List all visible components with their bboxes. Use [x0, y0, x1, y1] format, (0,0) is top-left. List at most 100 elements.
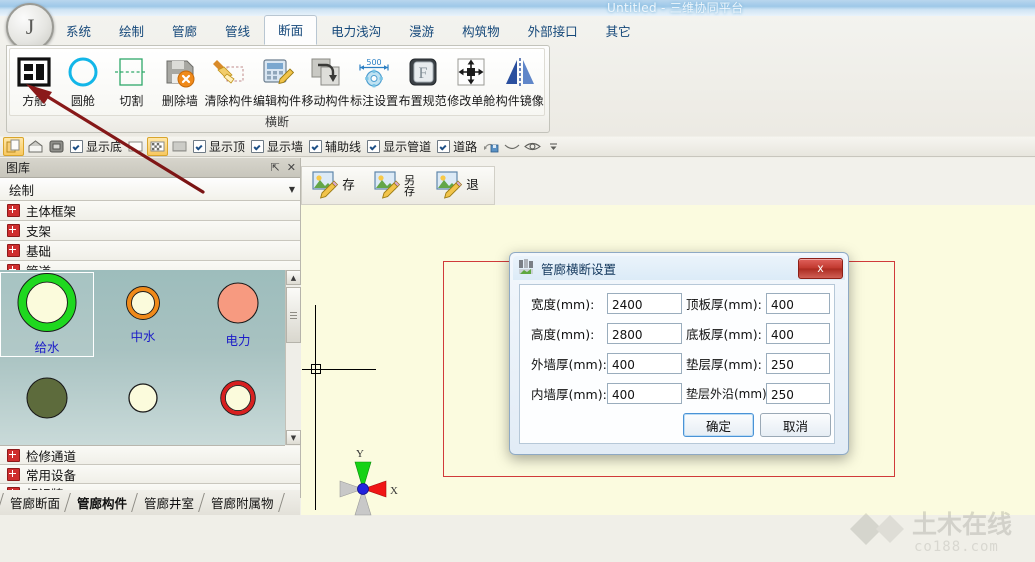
- field-label: 宽度(mm):: [531, 297, 595, 312]
- inner-wall-thickness-field[interactable]: [607, 383, 682, 404]
- svg-text:500: 500: [366, 58, 381, 67]
- pin-icon[interactable]: ⇱: [271, 161, 280, 174]
- library-item-inspection-channel[interactable]: 检修通道: [0, 446, 300, 465]
- thumbnail-item-6[interactable]: [191, 358, 285, 443]
- thumbnail-electric[interactable]: 电力: [191, 272, 285, 357]
- ribbon-button-move-component[interactable]: 移动构件: [301, 52, 350, 109]
- move-component-icon: [309, 54, 343, 90]
- cancel-button[interactable]: 取消: [760, 413, 831, 437]
- checkbox-box: [251, 140, 265, 153]
- ribbon-button-clear-component[interactable]: 清除构件: [204, 52, 253, 109]
- checkbox-label: 道路: [453, 140, 478, 154]
- ribbon-tab-3[interactable]: 管线: [211, 16, 264, 45]
- expand-plus-icon[interactable]: [7, 204, 20, 217]
- ribbon-tab-2[interactable]: 管廊: [158, 16, 211, 45]
- box-cabin-icon: [17, 54, 51, 90]
- thumbnail-water-supply[interactable]: 给水: [0, 272, 94, 357]
- bottom-tab-section[interactable]: 管廊断面: [1, 490, 67, 515]
- ribbon-tab-7[interactable]: 构筑物: [448, 16, 514, 45]
- ribbon-button-box-cabin[interactable]: 方舱: [10, 52, 59, 109]
- height-field[interactable]: [607, 323, 682, 344]
- pipe-ring-icon: [128, 383, 158, 413]
- cushion-thickness-field[interactable]: [766, 353, 830, 374]
- bottom-slab-thickness-field[interactable]: [766, 323, 830, 344]
- checkbox-label: 辅助线: [325, 140, 362, 154]
- exit-button[interactable]: 退: [426, 168, 488, 203]
- dialog-title-bar[interactable]: 管廊横断设置 x: [513, 256, 845, 280]
- house-icon[interactable]: [26, 138, 45, 155]
- ribbon-tab-4[interactable]: 断面: [264, 15, 318, 45]
- library-item-label: 基础: [26, 244, 52, 259]
- eye-icon[interactable]: [523, 138, 542, 155]
- ribbon-tab-1[interactable]: 绘制: [105, 16, 158, 45]
- library-item-common-equipment[interactable]: 常用设备: [0, 465, 300, 484]
- checkbox-show-wall[interactable]: 显示墙: [251, 138, 303, 155]
- scroll-up-button[interactable]: ▲: [286, 270, 301, 285]
- hatch-fill-icon[interactable]: [170, 138, 189, 155]
- ribbon-tab-8[interactable]: 外部接口: [514, 16, 592, 45]
- pipe-solid-icon: [217, 281, 259, 324]
- thumbnail-reclaimed-water[interactable]: 中水: [96, 272, 190, 357]
- bottom-tab-well-room[interactable]: 管廊井室: [135, 490, 201, 515]
- ok-button[interactable]: 确定: [683, 413, 754, 437]
- checkbox-road[interactable]: 道路: [437, 138, 477, 155]
- expand-plus-icon[interactable]: [7, 244, 20, 257]
- library-item-main-frame[interactable]: 主体框架: [0, 201, 300, 221]
- expand-plus-icon[interactable]: [7, 467, 20, 481]
- pipe-solid-icon: [26, 377, 68, 419]
- blank-fill-icon[interactable]: [126, 138, 145, 155]
- ribbon-button-delete-wall[interactable]: 删除墙: [156, 52, 205, 109]
- ribbon-button-edit-component[interactable]: 编辑构件: [253, 52, 302, 109]
- ribbon-tab-6[interactable]: 漫游: [395, 16, 448, 45]
- ribbon-button-modify-cabin[interactable]: 修改单舱: [447, 52, 496, 109]
- crosshair-vertical: [315, 305, 316, 510]
- library-item-support[interactable]: 支架: [0, 221, 300, 241]
- ribbon-tab-9[interactable]: 其它: [592, 16, 645, 45]
- library-item-foundation[interactable]: 基础: [0, 241, 300, 261]
- ribbon: J 系统 绘制 管廊 管线 断面 电力浅沟 漫游 构筑物 外部接口 其它 方舱 …: [0, 3, 1035, 136]
- save-as-button[interactable]: 另存: [364, 168, 426, 203]
- more-icon[interactable]: [544, 138, 563, 155]
- checkbox-show-bottom[interactable]: 显示底: [70, 138, 122, 155]
- thumbnail-item-4[interactable]: [0, 358, 94, 443]
- ribbon-button-dimension-settings[interactable]: 500 标注设置: [350, 52, 399, 109]
- width-field[interactable]: [607, 293, 682, 314]
- ribbon-button-mirror-component[interactable]: 构件镜像: [495, 52, 544, 109]
- axis-gizmo: Y X: [323, 445, 403, 521]
- save-view-icon[interactable]: [481, 138, 500, 155]
- solid-view-icon[interactable]: [47, 138, 66, 155]
- thumbnail-item-5[interactable]: [96, 358, 190, 443]
- copy-layer-icon[interactable]: [3, 137, 24, 156]
- field-row-cushion: 垫层厚(mm):: [686, 353, 830, 374]
- ribbon-tab-0[interactable]: 系统: [52, 16, 105, 45]
- checkbox-box: [367, 140, 381, 153]
- mirror-component-icon: [503, 54, 537, 90]
- cushion-edge-field[interactable]: [766, 383, 830, 404]
- bottom-tab-accessory[interactable]: 管廊附属物: [202, 490, 281, 515]
- close-icon[interactable]: ✕: [287, 161, 296, 174]
- ribbon-button-cut[interactable]: 切割: [107, 52, 156, 109]
- ribbon-button-layout-spec[interactable]: F 布置规范: [398, 52, 447, 109]
- outer-wall-thickness-field[interactable]: [607, 353, 682, 374]
- save-button[interactable]: 存: [302, 168, 364, 203]
- checkbox-show-top[interactable]: 显示顶: [193, 138, 245, 155]
- field-label: 底板厚(mm):: [686, 327, 762, 342]
- dialog-close-button[interactable]: x: [798, 257, 843, 279]
- application-button[interactable]: J: [6, 3, 54, 51]
- expand-plus-icon[interactable]: [7, 448, 20, 462]
- checkbox-show-pipe[interactable]: 显示管道: [367, 138, 431, 155]
- ribbon-button-circle-cabin[interactable]: 圆舱: [59, 52, 108, 109]
- field-row-top-slab: 顶板厚(mm):: [686, 293, 830, 314]
- curve-icon[interactable]: [502, 138, 521, 155]
- library-scrollbar[interactable]: ▲ ▼: [285, 270, 301, 445]
- top-slab-thickness-field[interactable]: [766, 293, 830, 314]
- scrollbar-thumb[interactable]: [286, 287, 301, 343]
- scroll-down-button[interactable]: ▼: [286, 430, 301, 445]
- expand-plus-icon[interactable]: [7, 224, 20, 237]
- checker-fill-icon[interactable]: [147, 137, 169, 156]
- library-category-dropdown[interactable]: 绘制 ▼: [0, 178, 300, 201]
- checkbox-guide-line[interactable]: 辅助线: [309, 138, 361, 155]
- library-bottom-tab-bar: 管廊断面 管廊构件 管廊井室 管廊附属物: [0, 490, 300, 515]
- bottom-tab-component[interactable]: 管廊构件: [68, 490, 134, 515]
- ribbon-tab-5[interactable]: 电力浅沟: [317, 16, 395, 45]
